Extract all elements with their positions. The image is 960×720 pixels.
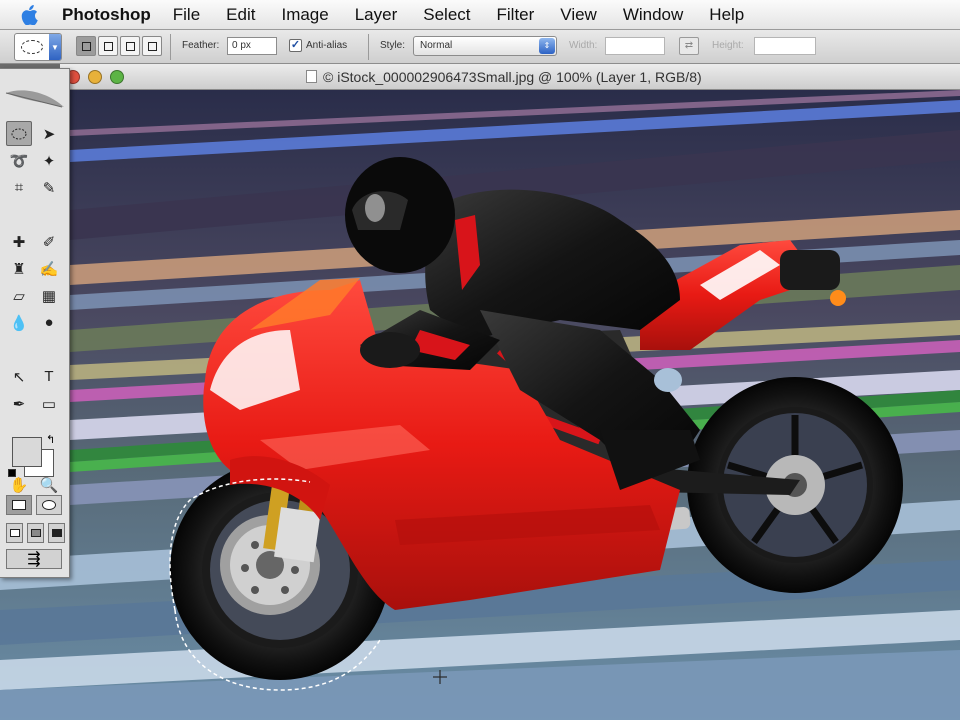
apple-menu-icon[interactable] bbox=[14, 4, 44, 25]
elliptical-marquee-tool-icon[interactable] bbox=[6, 121, 32, 146]
height-input[interactable] bbox=[754, 37, 816, 55]
swap-dimensions-icon[interactable]: ⇄ bbox=[679, 37, 699, 55]
menu-help[interactable]: Help bbox=[709, 5, 744, 25]
eraser-tool-icon[interactable]: ▱ bbox=[6, 283, 32, 308]
menu-edit[interactable]: Edit bbox=[226, 5, 255, 25]
updown-arrows-icon: ⇕ bbox=[539, 38, 555, 54]
menu-image[interactable]: Image bbox=[281, 5, 328, 25]
quick-mask-mode-button[interactable] bbox=[36, 495, 62, 515]
standard-screen-mode-button[interactable] bbox=[6, 523, 23, 543]
width-label: Width: bbox=[569, 40, 598, 51]
full-screen-mode-button[interactable] bbox=[48, 523, 65, 543]
feather-input[interactable]: 0 px bbox=[227, 37, 277, 55]
clone-stamp-tool-icon[interactable]: ♜ bbox=[6, 256, 32, 281]
photo-motorcycle-rider bbox=[0, 90, 960, 720]
screen-mode-controls bbox=[6, 523, 65, 543]
lasso-tool-icon[interactable]: ➰ bbox=[6, 148, 32, 173]
style-label: Style: bbox=[380, 40, 406, 51]
path-selection-tool-icon[interactable]: ↖ bbox=[6, 364, 32, 389]
rectangle-tool-icon[interactable]: ▭ bbox=[36, 391, 62, 416]
magic-wand-tool-icon[interactable]: ✦ bbox=[36, 148, 62, 173]
jump-to-controls: ⇶ bbox=[6, 549, 62, 569]
window-controls bbox=[66, 70, 124, 84]
full-screen-menu-mode-button[interactable] bbox=[27, 523, 44, 543]
color-swatches: ↰ bbox=[8, 433, 62, 479]
document-title: © iStock_000002906473Small.jpg @ 100% (L… bbox=[306, 69, 702, 85]
pen-tool-icon[interactable]: ✒ bbox=[6, 391, 32, 416]
type-tool-icon[interactable]: T bbox=[36, 364, 62, 389]
document-title-bar: © iStock_000002906473Small.jpg @ 100% (L… bbox=[60, 64, 960, 90]
minimize-window-button[interactable] bbox=[88, 70, 102, 84]
default-colors-icon[interactable] bbox=[8, 469, 16, 477]
healing-brush-tool-icon[interactable]: ✚ bbox=[6, 229, 32, 254]
new-selection-button[interactable] bbox=[76, 36, 96, 56]
blur-tool-icon[interactable]: 💧 bbox=[6, 310, 32, 335]
selection-mode-group bbox=[76, 36, 162, 56]
tool-preset-picker[interactable]: ▼ bbox=[14, 33, 62, 61]
swap-colors-icon[interactable]: ↰ bbox=[46, 433, 55, 446]
antialias-label: Anti-alias bbox=[306, 40, 348, 51]
document-title-text: iStock_000002906473Small.jpg @ 100% (Lay… bbox=[337, 69, 702, 85]
slice-tool-icon[interactable]: ✎ bbox=[36, 175, 62, 200]
style-select-value: Normal bbox=[420, 40, 453, 51]
subtract-from-selection-button[interactable] bbox=[120, 36, 140, 56]
divider bbox=[368, 34, 369, 60]
chevron-down-icon: ▼ bbox=[49, 34, 61, 60]
crop-tool-icon[interactable]: ⌗ bbox=[6, 175, 32, 200]
history-brush-tool-icon[interactable]: ✍ bbox=[36, 256, 62, 281]
menu-file[interactable]: File bbox=[173, 5, 200, 25]
feather-label: Feather: bbox=[182, 40, 220, 51]
style-select[interactable]: Normal ⇕ bbox=[413, 36, 557, 56]
divider bbox=[170, 34, 171, 60]
foreground-color-swatch[interactable] bbox=[12, 437, 42, 467]
move-tool-icon[interactable]: ➤ bbox=[36, 121, 62, 146]
dodge-tool-icon[interactable]: ● bbox=[36, 310, 62, 335]
brush-tool-icon[interactable]: ✐ bbox=[36, 229, 62, 254]
feather-logo-icon[interactable] bbox=[2, 85, 66, 115]
menu-select[interactable]: Select bbox=[423, 5, 470, 25]
menu-filter[interactable]: Filter bbox=[497, 5, 535, 25]
menu-window[interactable]: Window bbox=[623, 5, 683, 25]
height-label: Height: bbox=[712, 40, 744, 51]
intersect-selection-button[interactable] bbox=[142, 36, 162, 56]
antialias-checkbox[interactable]: ✓ bbox=[289, 39, 302, 52]
gradient-tool-icon[interactable]: ▦ bbox=[36, 283, 62, 308]
menu-bar: Photoshop File Edit Image Layer Select F… bbox=[0, 0, 960, 30]
menu-view[interactable]: View bbox=[560, 5, 597, 25]
jump-to-imageready-button[interactable]: ⇶ bbox=[6, 549, 62, 569]
quick-mask-controls bbox=[6, 495, 62, 515]
zoom-window-button[interactable] bbox=[110, 70, 124, 84]
standard-mode-button[interactable] bbox=[6, 495, 32, 515]
document-canvas[interactable] bbox=[0, 90, 960, 720]
elliptical-marquee-icon bbox=[21, 40, 43, 54]
app-name[interactable]: Photoshop bbox=[62, 5, 151, 25]
tools-panel: ➤ ➰ ✦ ⌗ ✎ ✚ ✐ ♜ ✍ ▱ ▦ 💧 ● ↖ T ✒ ▭ ▤ ⚲ ✋ … bbox=[0, 68, 70, 578]
add-to-selection-button[interactable] bbox=[98, 36, 118, 56]
menu-layer[interactable]: Layer bbox=[355, 5, 398, 25]
width-input[interactable] bbox=[605, 37, 665, 55]
options-bar: ▼ Feather: 0 px ✓ Anti-alias Style: Norm… bbox=[0, 30, 960, 64]
copyright-mark: © bbox=[323, 69, 334, 85]
